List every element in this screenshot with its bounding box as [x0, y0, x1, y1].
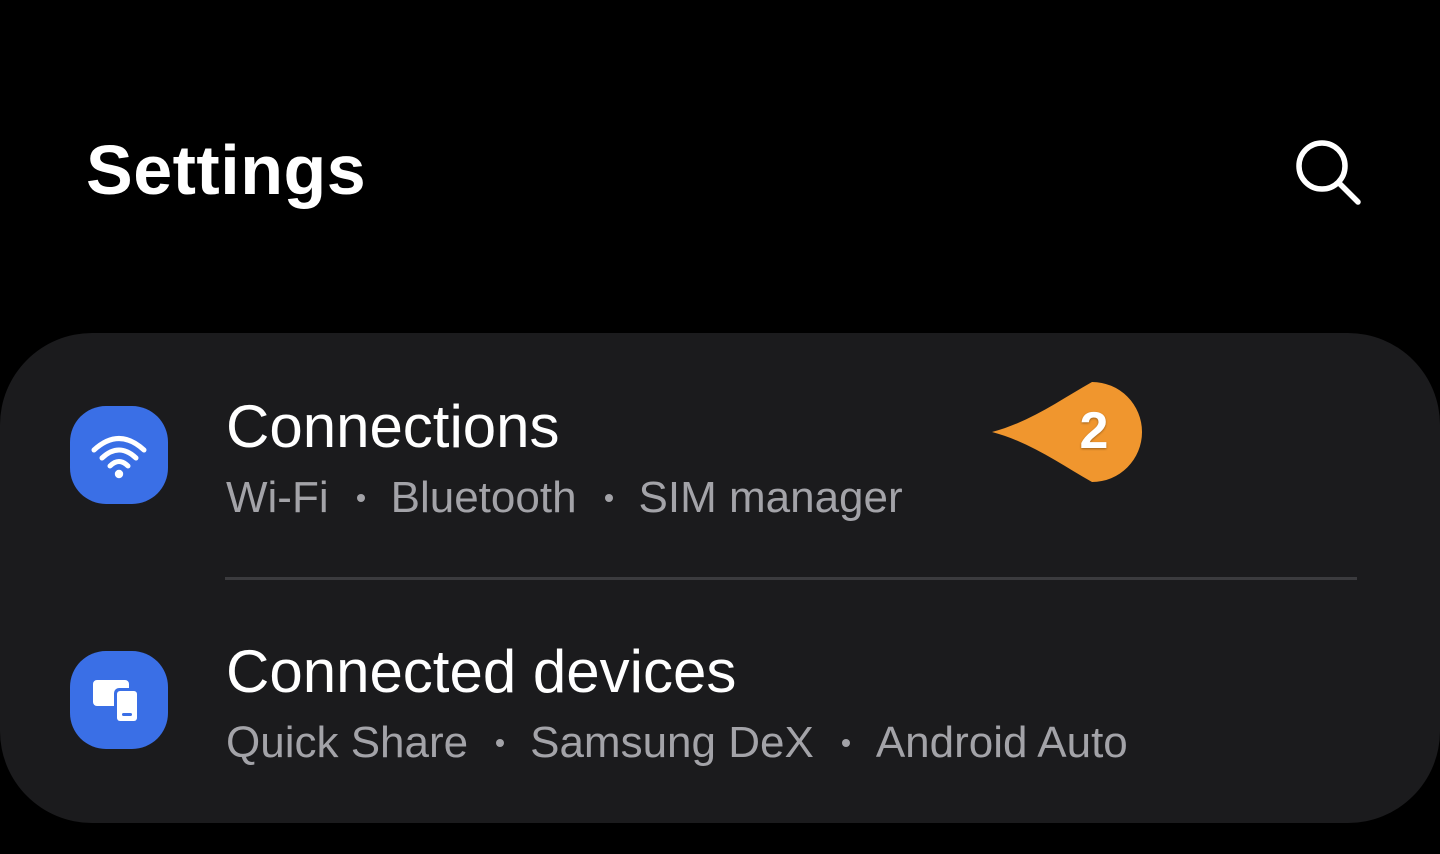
subtitle-item: Wi-Fi — [226, 473, 329, 522]
wifi-icon — [70, 406, 168, 504]
subtitle-item: SIM manager — [638, 473, 903, 522]
subtitle-item: Samsung DeX — [530, 718, 814, 767]
separator-dot — [604, 494, 613, 502]
connected-devices-icon — [70, 651, 168, 749]
search-icon — [1296, 140, 1361, 205]
page-title: Settings — [86, 131, 367, 209]
subtitle-item: Quick Share — [226, 718, 469, 767]
separator-dot — [496, 739, 505, 747]
settings-item-subtitle: Wi-Fi Bluetooth SIM manager — [226, 471, 903, 525]
settings-item-connected-devices[interactable]: Connected devices Quick Share Samsung De… — [0, 579, 1440, 819]
separator-dot — [841, 739, 850, 747]
subtitle-item: Bluetooth — [390, 473, 577, 522]
separator-dot — [356, 494, 365, 502]
settings-item-title: Connections — [226, 393, 560, 460]
settings-card: Connections Wi-Fi Bluetooth SIM manager … — [0, 333, 1440, 823]
settings-item-title: Connected devices — [226, 638, 737, 705]
search-button[interactable] — [1290, 134, 1366, 210]
step-number: 2 — [1079, 402, 1109, 460]
subtitle-item: Android Auto — [875, 718, 1128, 767]
settings-item-connections[interactable]: Connections Wi-Fi Bluetooth SIM manager — [0, 333, 1440, 580]
settings-item-subtitle: Quick Share Samsung DeX Android Auto — [226, 716, 1128, 770]
